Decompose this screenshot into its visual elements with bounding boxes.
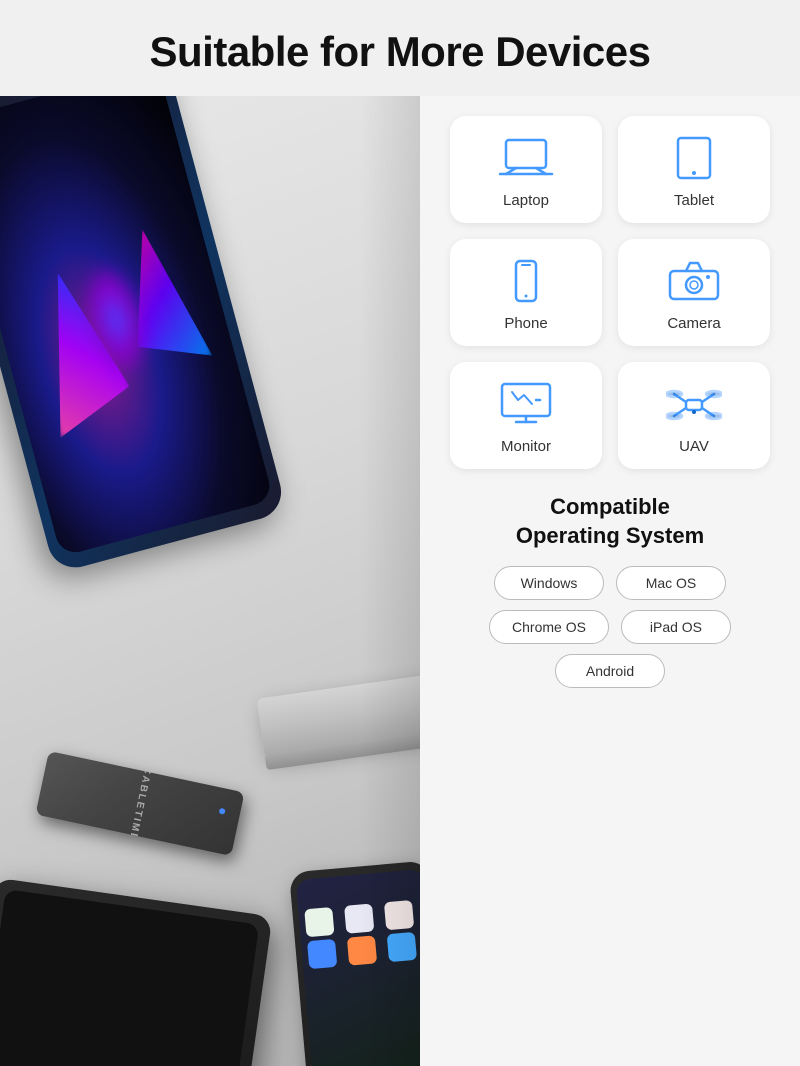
page-container: Suitable for More Devices — [0, 0, 800, 1066]
app-icon-store — [307, 939, 337, 969]
uav-icon — [666, 382, 722, 426]
os-badge-android: Android — [555, 654, 665, 688]
os-row-2: Chrome OS iPad OS — [489, 610, 731, 644]
os-badge-ipados: iPad OS — [621, 610, 731, 644]
os-badge-macos: Mac OS — [616, 566, 726, 600]
device-card-camera: Camera — [618, 239, 770, 346]
laptop-label: Laptop — [503, 192, 549, 209]
app-icons-grid — [296, 869, 420, 976]
usb-card-reader — [35, 751, 244, 856]
uav-label: UAV — [679, 438, 709, 455]
devices-grid: Laptop Tablet — [450, 116, 770, 469]
phone-screen — [0, 96, 274, 557]
usb-led — [219, 808, 226, 815]
os-grid: Windows Mac OS Chrome OS iPad OS Android — [450, 566, 770, 688]
header: Suitable for More Devices — [0, 0, 800, 96]
fish-illustration — [22, 205, 209, 434]
camera-label: Camera — [667, 315, 720, 332]
tablet-label: Tablet — [674, 192, 714, 209]
hub-device — [257, 674, 420, 758]
tablet-icon — [666, 136, 722, 180]
device-card-laptop: Laptop — [450, 116, 602, 223]
tablet-device — [0, 877, 273, 1066]
device-card-uav: UAV — [618, 362, 770, 469]
phone-label: Phone — [504, 315, 547, 332]
compatible-title: CompatibleOperating System — [450, 493, 770, 550]
left-panel — [0, 96, 420, 1066]
monitor-label: Monitor — [501, 438, 551, 455]
device-card-monitor: Monitor — [450, 362, 602, 469]
os-row-3: Android — [555, 654, 665, 688]
tablet-screen — [0, 889, 259, 1066]
monitor-icon — [498, 382, 554, 426]
phone2-device — [289, 860, 420, 1066]
app-icon-maps — [387, 932, 417, 962]
app-icon-health — [304, 907, 334, 937]
app-icon-home — [344, 903, 374, 933]
device-card-phone: Phone — [450, 239, 602, 346]
page-title: Suitable for More Devices — [20, 28, 780, 76]
os-badge-chromeos: Chrome OS — [489, 610, 609, 644]
camera-icon — [666, 259, 722, 303]
os-badge-windows: Windows — [494, 566, 604, 600]
phone-icon — [498, 259, 554, 303]
app-icon-app — [347, 935, 377, 965]
compatible-os-section: CompatibleOperating System Windows Mac O… — [450, 493, 770, 688]
laptop-icon — [498, 136, 554, 180]
right-panel: Laptop Tablet — [420, 96, 800, 1066]
os-row-1: Windows Mac OS — [494, 566, 726, 600]
main-content: Laptop Tablet — [0, 96, 800, 1066]
phone2-screen — [296, 869, 420, 1066]
smartphone-device — [0, 96, 287, 574]
device-card-tablet: Tablet — [618, 116, 770, 223]
app-icon-tv — [384, 900, 414, 930]
